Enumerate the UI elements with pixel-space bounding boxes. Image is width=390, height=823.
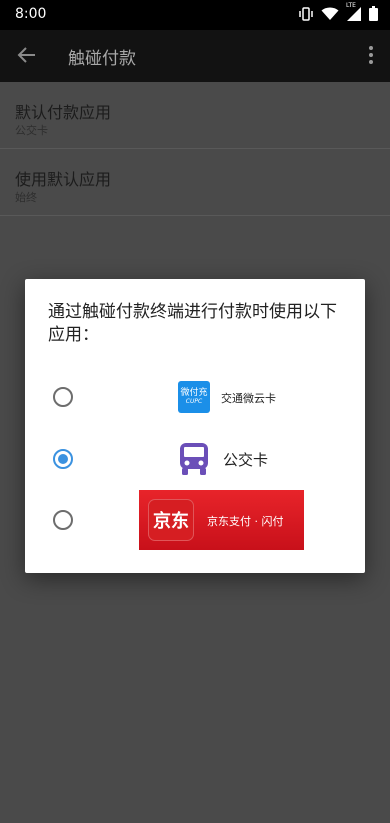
logo-text: 微付充 <box>180 388 208 398</box>
status-bar: 8:00 LTE <box>0 0 390 30</box>
transit-cloud-card-logo: 微付充 CUPC <box>178 381 210 413</box>
battery-icon <box>369 6 378 25</box>
radio-button-selected[interactable] <box>53 449 73 469</box>
option-label: 京东支付 · 闪付 <box>207 515 284 528</box>
setting-subtitle: 公交卡 <box>15 124 48 137</box>
jd-logo: 京东 <box>148 499 194 541</box>
setting-title: 默认付款应用 <box>15 103 112 122</box>
status-time: 8:00 <box>15 6 47 22</box>
setting-title: 使用默认应用 <box>15 170 112 189</box>
wifi-icon <box>321 6 339 25</box>
option-label: 公交卡 <box>223 451 269 469</box>
option-jd-pay[interactable]: 京东 京东支付 · 闪付 <box>25 489 365 551</box>
network-type: LTE <box>346 2 356 9</box>
app-bar: 触碰付款 <box>0 30 390 82</box>
setting-subtitle: 始终 <box>15 191 37 204</box>
status-icons: LTE <box>298 2 378 25</box>
option-label: 交通微云卡 <box>221 392 276 405</box>
option-transit-cloud-card[interactable]: 微付充 CUPC 交通微云卡 <box>25 366 365 428</box>
dialog-title: 通过触碰付款终端进行付款时使用以下应用： <box>48 302 337 345</box>
bus-icon <box>178 441 210 477</box>
payment-app-dialog: 通过触碰付款终端进行付款时使用以下应用： 微付充 CUPC 交通微云卡 公交卡 … <box>25 279 365 573</box>
vibrate-icon <box>298 6 314 25</box>
radio-button[interactable] <box>53 510 73 530</box>
jd-pay-banner: 京东 京东支付 · 闪付 <box>139 490 304 550</box>
option-bus-card[interactable]: 公交卡 <box>25 428 365 490</box>
signal-icon: LTE <box>346 2 362 25</box>
setting-use-default-app[interactable]: 使用默认应用 始终 <box>0 149 390 216</box>
page-title: 触碰付款 <box>68 49 136 69</box>
more-options-icon[interactable] <box>368 46 374 66</box>
radio-button[interactable] <box>53 387 73 407</box>
setting-default-payment-app[interactable]: 默认付款应用 公交卡 <box>0 82 390 149</box>
logo-subtext: CUPC <box>185 398 203 405</box>
back-arrow-icon[interactable] <box>16 44 38 66</box>
